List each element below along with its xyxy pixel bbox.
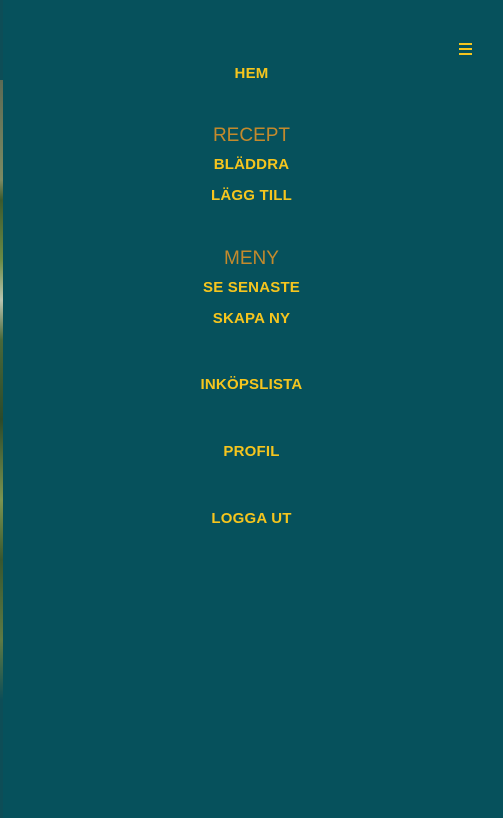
hamburger-bar xyxy=(459,53,472,55)
hamburger-menu-icon[interactable] xyxy=(459,43,472,56)
hamburger-bar xyxy=(459,43,472,45)
nav-link-create-menu[interactable]: SKAPA NY xyxy=(0,309,503,329)
navigation-menu-panel xyxy=(3,0,503,818)
hamburger-bar xyxy=(459,48,472,50)
nav-link-latest-menu[interactable]: SE SENASTE xyxy=(0,278,503,298)
section-heading-recipes: RECEPT xyxy=(212,125,291,146)
section-heading-menus: MENY xyxy=(224,248,279,269)
nav-link-home[interactable]: HEM xyxy=(0,64,503,84)
nav-link-browse-recipes[interactable]: BLÄDDRA xyxy=(0,155,503,175)
nav-link-profile[interactable]: PROFIL xyxy=(0,442,503,462)
nav-link-shopping-list[interactable]: INKÖPSLISTA xyxy=(0,375,503,395)
nav-link-logout[interactable]: LOGGA UT xyxy=(0,509,503,529)
nav-link-add-recipe[interactable]: LÄGG TILL xyxy=(0,186,503,206)
